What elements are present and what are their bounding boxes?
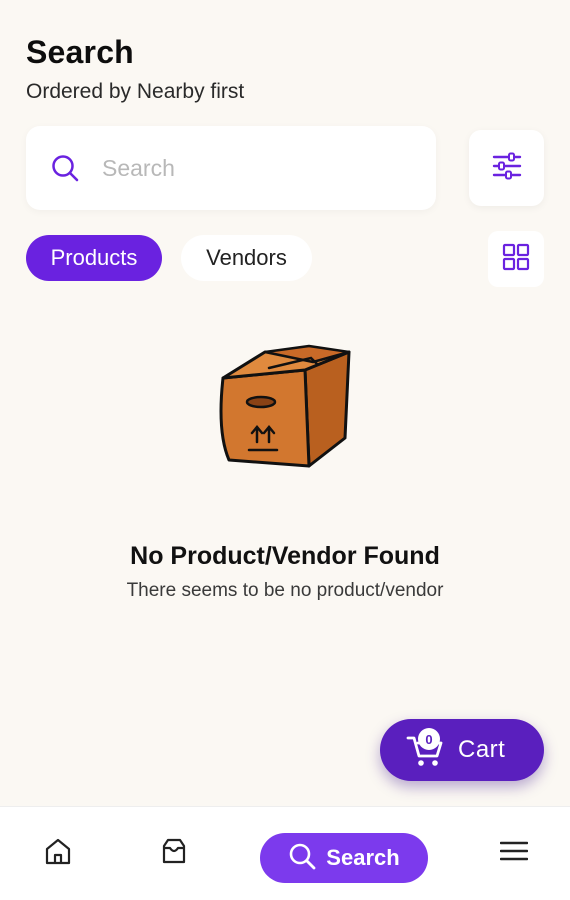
cart-button[interactable]: 0 Cart	[380, 719, 544, 781]
search-input[interactable]	[102, 154, 402, 182]
page-subtitle: Ordered by Nearby first	[26, 80, 245, 103]
filter-button[interactable]	[469, 130, 544, 206]
nav-orders[interactable]	[146, 807, 202, 900]
cart-label: Cart	[458, 736, 506, 763]
tab-vendors[interactable]: Vendors	[181, 235, 312, 281]
nav-search-label: Search	[326, 845, 400, 870]
cart-count-badge: 0	[418, 728, 440, 750]
nav-menu[interactable]	[486, 807, 542, 900]
empty-state-title: No Product/Vendor Found	[130, 542, 440, 570]
search-bar[interactable]	[26, 126, 436, 210]
search-icon	[288, 842, 316, 875]
filter-sliders-icon	[492, 152, 522, 185]
grid-view-button[interactable]	[488, 231, 544, 287]
cart-icon: 0	[406, 728, 444, 768]
page-title: Search	[26, 34, 134, 70]
nav-search[interactable]: Search	[260, 833, 428, 883]
menu-icon	[499, 840, 529, 867]
search-icon	[50, 153, 80, 183]
orders-inbox-icon	[159, 836, 189, 871]
home-icon	[43, 836, 73, 871]
tab-products[interactable]: Products	[26, 235, 162, 281]
nav-home[interactable]	[30, 807, 86, 900]
bottom-nav: Search	[0, 806, 570, 900]
empty-box-icon	[213, 342, 357, 474]
empty-state-subtitle: There seems to be no product/vendor	[126, 580, 444, 601]
grid-view-icon	[502, 243, 530, 276]
